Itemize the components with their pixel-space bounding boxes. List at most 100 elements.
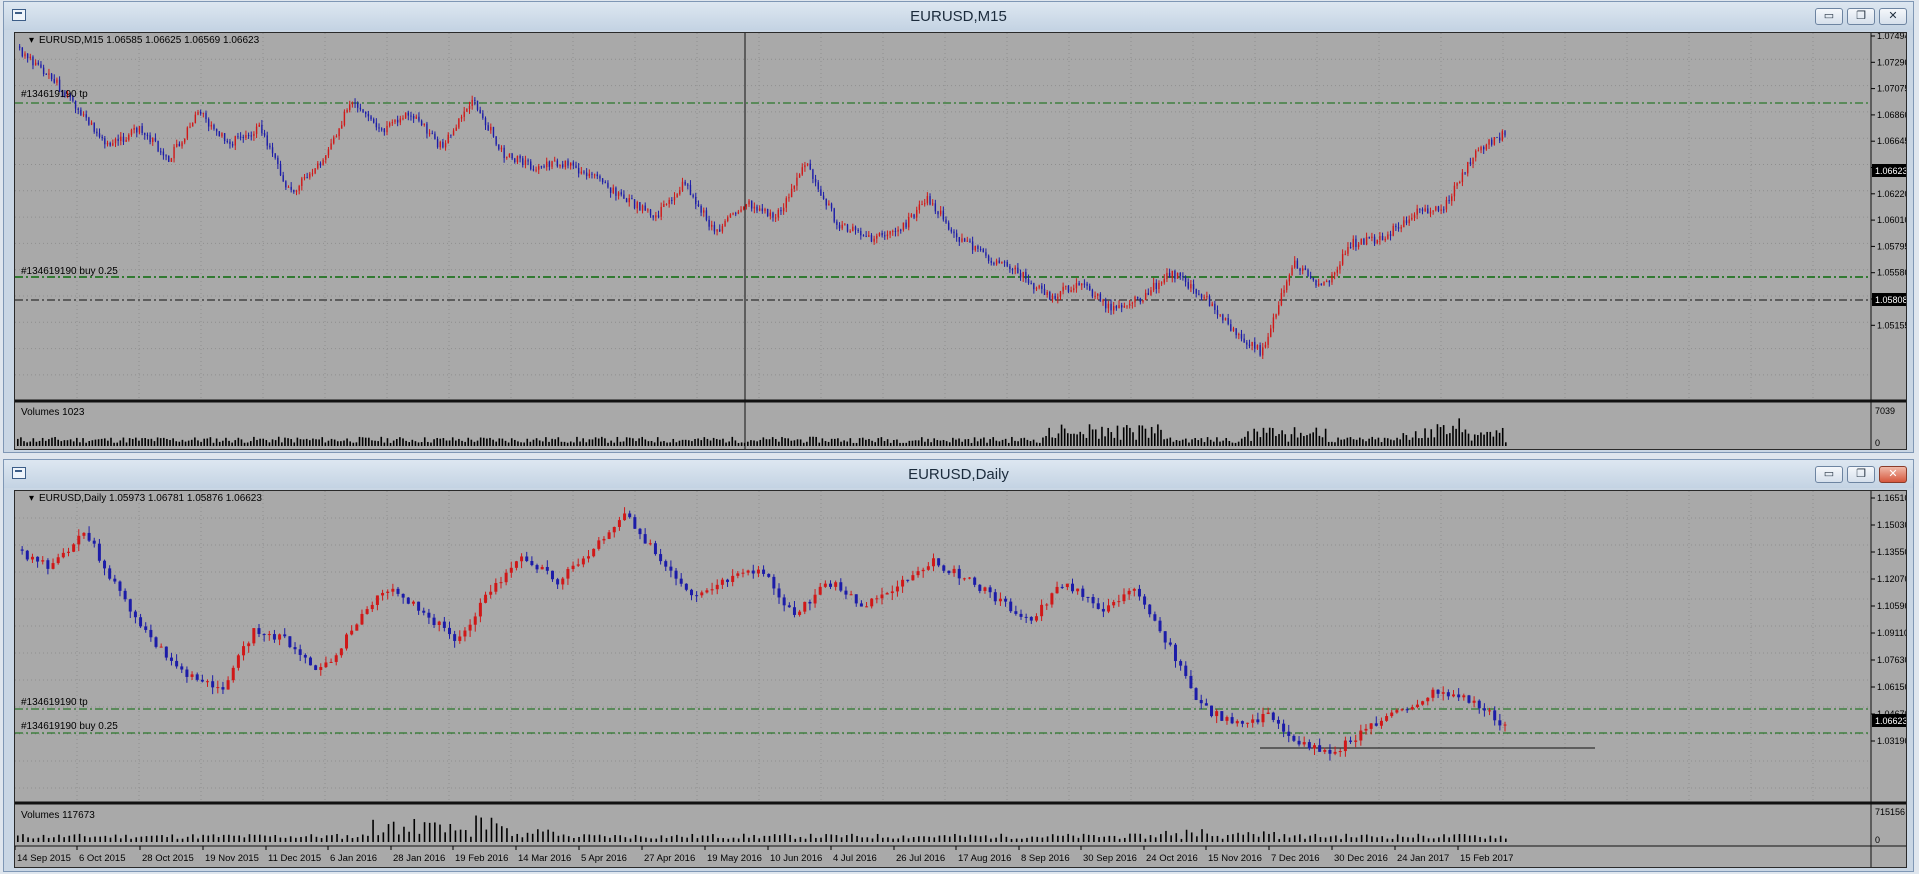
candle-body [1270,328,1272,337]
candle-body [1148,604,1152,615]
chart-collapse-icon[interactable]: ▾ [29,493,34,504]
volume-bar [135,437,137,446]
volume-bar [907,838,910,842]
volume-bar [557,437,560,446]
volume-bar [1029,441,1032,446]
candle-body [916,571,920,576]
candle-body [926,196,929,204]
candle-body [234,136,236,146]
volume-bar [560,441,563,446]
chart-canvas[interactable]: ▾ EURUSD,M15 1.06585 1.06625 1.06569 1.0… [15,31,1910,449]
volume-bar [63,440,66,446]
minimize-button[interactable]: ▭ [1815,8,1843,25]
candle-body [1117,601,1121,603]
volume-bar [893,440,895,446]
window-titlebar[interactable]: EURUSD,Daily ▭ ❐ ✕ [4,460,1913,488]
candle-body [1480,146,1482,151]
candle-body [1045,604,1049,606]
volume-bar [753,834,755,842]
volume-bar [1407,837,1409,842]
volume-bar [1103,836,1105,842]
volume-bar [479,437,482,446]
volume-bar [818,442,821,446]
volume-bar [169,440,171,446]
candle-body [655,215,657,218]
minimize-button[interactable]: ▭ [1815,466,1843,483]
current-price: 1.06623 [1875,716,1906,726]
volume-bar [998,441,1001,446]
candle-body [197,111,199,115]
candle-body [96,131,98,134]
candle-body [1482,708,1486,711]
chart-window-daily[interactable]: EURUSD,Daily ▭ ❐ ✕ ▾ EURUSD,Daily 1.0597… [3,459,1914,872]
candle-body [1225,717,1229,721]
close-button[interactable]: ✕ [1879,8,1907,25]
candle-body [1182,276,1184,278]
volume-bar [531,833,534,842]
volume-bar [253,436,255,446]
volume-bar [439,438,442,446]
volume-bar [150,438,153,446]
candle-body [1400,709,1404,711]
chart-area[interactable]: ▾ EURUSD,Daily 1.05973 1.06781 1.05876 1… [14,490,1910,868]
candle-body [1137,588,1141,597]
candle-body [367,113,370,117]
candle-body [715,584,719,590]
candle-body [504,572,508,583]
maximize-button[interactable]: ❐ [1847,466,1875,483]
candle-body [293,189,295,192]
candle-body [556,160,559,167]
volume-bar [89,837,91,842]
window-titlebar[interactable]: EURUSD,M15 ▭ ❐ ✕ [4,2,1913,30]
chart-collapse-icon[interactable]: ▾ [29,35,34,46]
volume-bar [1250,440,1252,446]
volume-bar [1026,837,1028,842]
candle-body [942,565,946,571]
volume-bar [256,439,258,446]
maximize-button[interactable]: ❐ [1847,8,1875,25]
candle-body [381,592,385,596]
volume-bar [264,835,266,842]
volume-bar [1474,835,1476,842]
candle-body [1493,710,1497,721]
volume-bar [523,442,525,446]
volume-bar [228,440,230,446]
candle-body [272,634,276,640]
chart-canvas[interactable]: ▾ EURUSD,Daily 1.05973 1.06781 1.05876 1… [14,491,1910,867]
volume-bar [765,439,768,446]
candle-body [181,142,183,147]
candle-body [1456,183,1458,186]
volume-bar [233,835,235,842]
volume-bar [367,835,369,842]
volume-bar [511,835,513,842]
volume-bar [202,834,204,842]
candle-body [152,137,154,142]
volume-bar [1247,832,1250,842]
candle-body [213,124,215,129]
candle-body [732,213,734,215]
price-tick-label: 1.15030 [1877,520,1906,530]
volume-bar [190,439,193,446]
candle-body [1081,283,1083,286]
volume-bar [576,436,578,446]
volume-bar [1455,428,1457,446]
volume-bar [249,441,252,446]
candle-body [139,617,143,627]
candle-body [122,136,125,142]
candle-body [727,217,729,222]
volume-bar [1180,838,1183,842]
volume-bar [1206,437,1209,446]
chart-area[interactable]: ▾ EURUSD,M15 1.06585 1.06625 1.06569 1.0… [14,31,1910,450]
candle-body [211,681,215,688]
candle-body [1318,745,1322,752]
volume-bar [504,440,507,446]
candle-body [149,135,151,142]
volume-bar [1048,427,1050,446]
volume-bar [228,834,230,842]
time-tick-label: 5 Apr 2016 [581,853,627,864]
candle-body [1190,284,1192,289]
volume-bar [619,835,622,842]
candle-body [50,73,53,80]
chart-window-m15[interactable]: EURUSD,M15 ▭ ❐ ✕ ▾ EURUSD,M15 1.06585 1.… [3,1,1914,453]
close-button[interactable]: ✕ [1879,466,1907,483]
